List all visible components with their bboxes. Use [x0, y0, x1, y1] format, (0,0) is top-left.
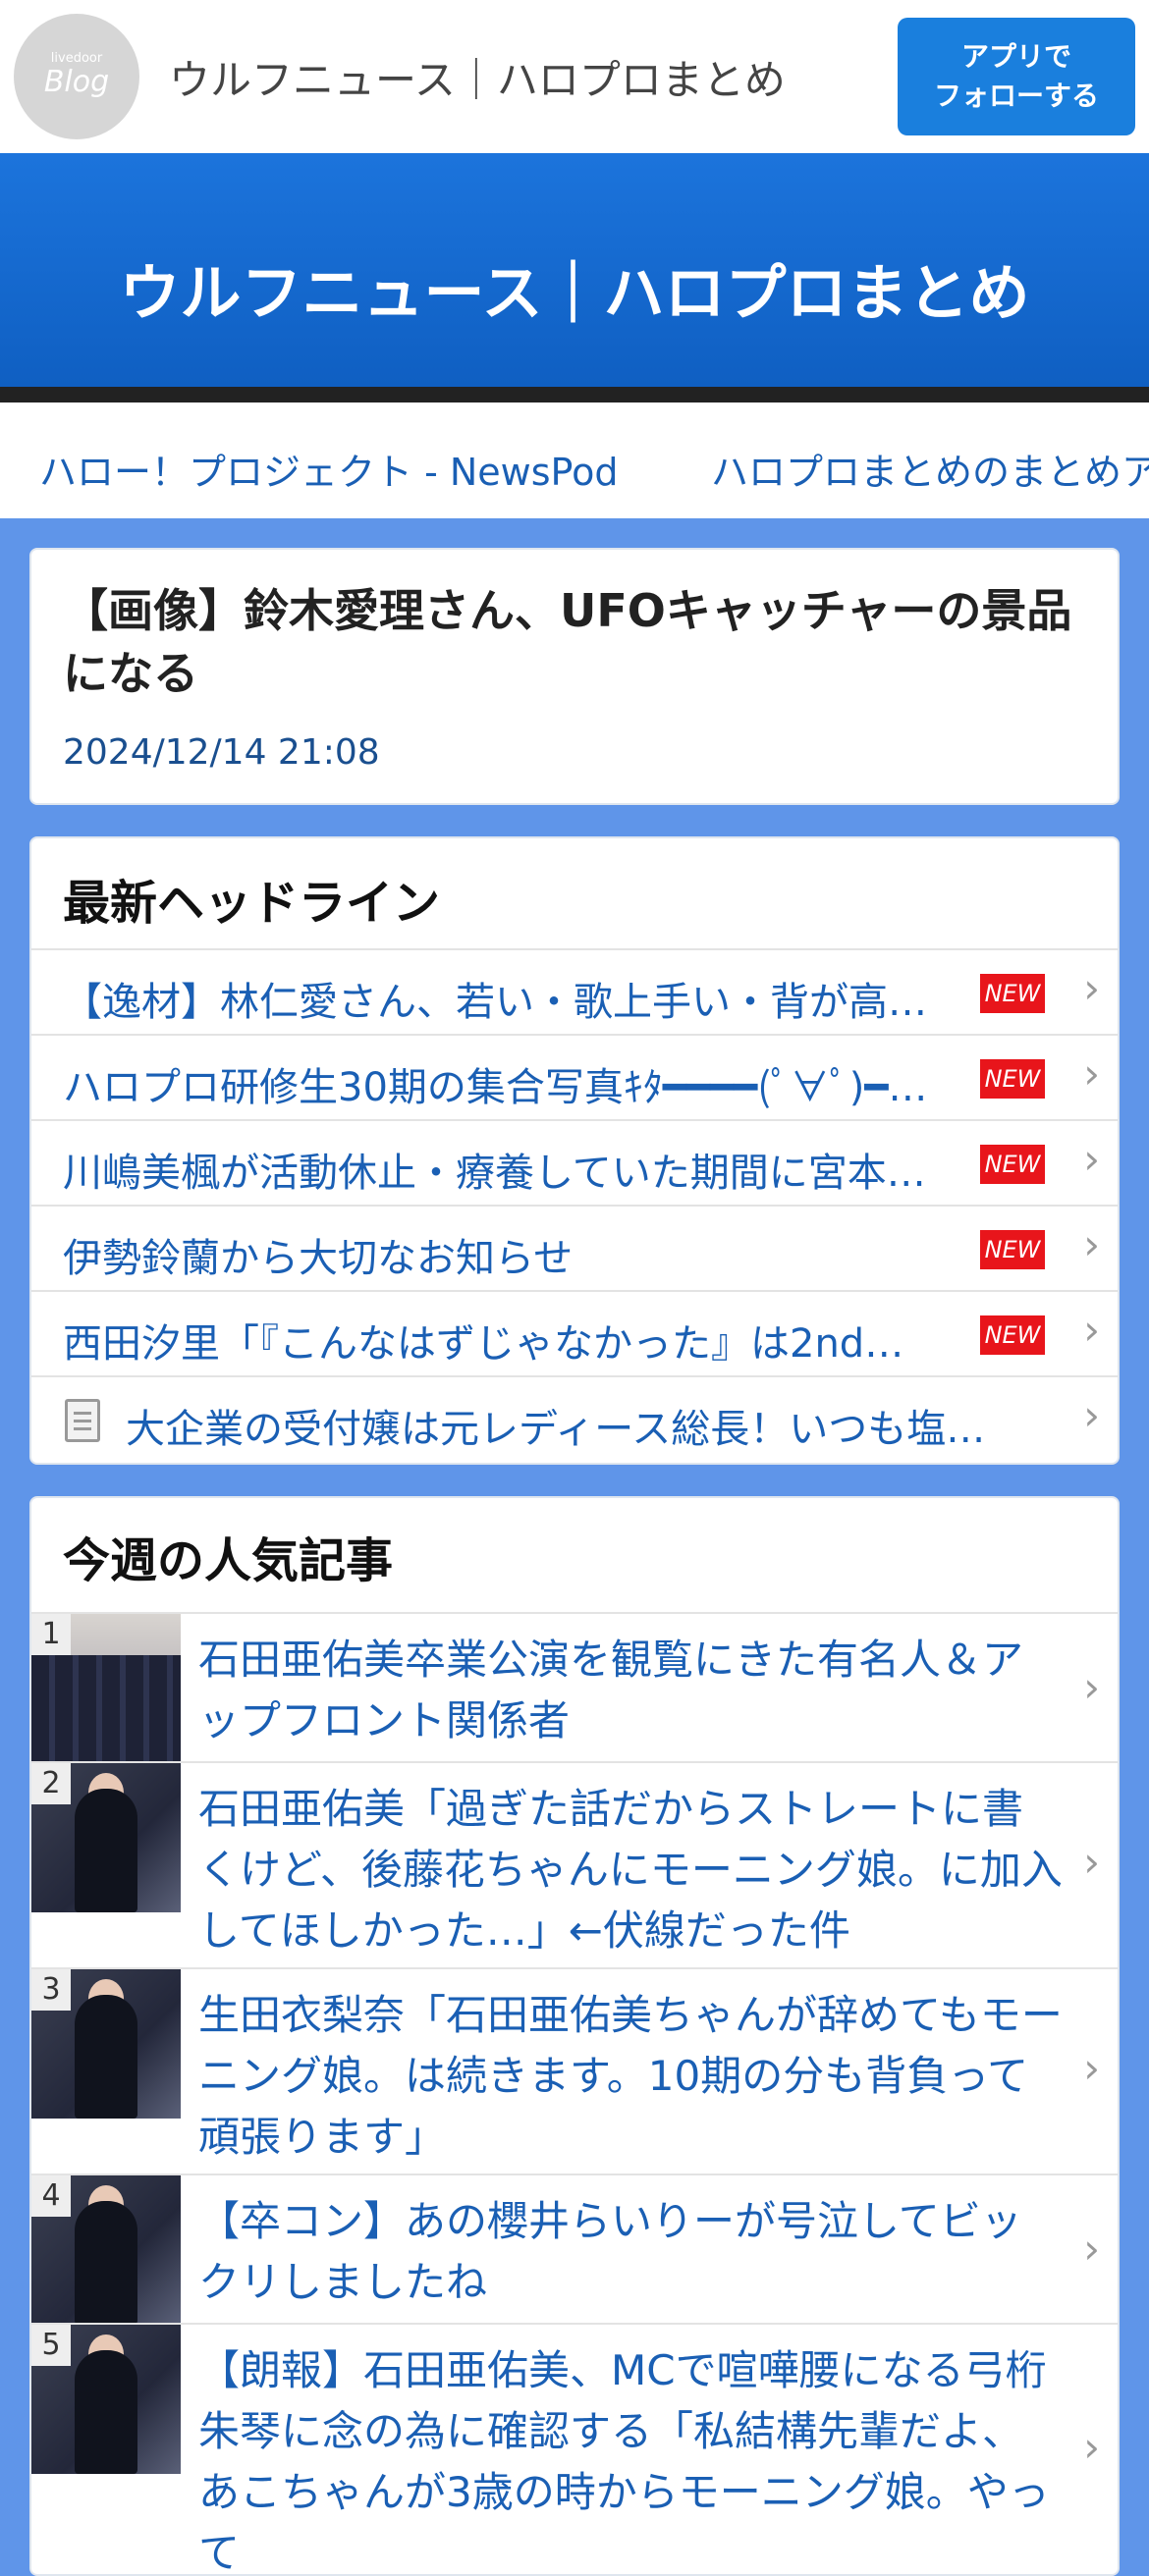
- article-date: 2024/12/14 21:08: [63, 732, 380, 773]
- headline-text: 大企業の受付嬢は元レディース総長！いつも塩…: [126, 1407, 986, 1452]
- headline-item[interactable]: 伊勢鈴蘭から大切なお知らせ NEW ›: [31, 1205, 1118, 1290]
- livedoor-blog-logo[interactable]: livedoor Blog: [14, 14, 139, 139]
- new-badge: NEW: [980, 1315, 1045, 1355]
- headline-text: 【逸材】林仁愛さん、若い・歌上手い・背が高…: [63, 980, 927, 1025]
- rank-badge: 2: [31, 1763, 71, 1804]
- popular-item[interactable]: 5 【朗報】石田亜佑美、MCで喧嘩腰になる弓桁朱琴に念の為に確認する「私結構先輩…: [31, 2323, 1118, 2576]
- popular-articles-card: 今週の人気記事 1 石田亜佑美卒業公演を観覧にきた有名人＆アップフロント関係者 …: [29, 1496, 1120, 2576]
- site-title[interactable]: ウルフニュース｜ハロプロまとめ: [169, 47, 786, 107]
- logo-big-text: Blog: [43, 65, 110, 99]
- banner-title: ウルフニュース｜ハロプロまとめ: [119, 257, 1030, 329]
- headline-item[interactable]: 川嶋美楓が活動休止・療養していた期間に宮本… NEW ›: [31, 1119, 1118, 1205]
- popular-heading: 今週の人気記事: [63, 1533, 394, 1588]
- chevron-right-icon: ›: [1083, 2225, 1100, 2273]
- popular-item[interactable]: 2 石田亜佑美「過ぎた話だからストレートに書くけど、後藤花ちゃんにモーニング娘。…: [31, 1761, 1118, 1967]
- headline-text: ハロプロ研修生30期の集合写真ｷﾀ━━━━(ﾟ∀ﾟ)━…: [63, 1065, 928, 1110]
- popular-item-text: 生田衣梨奈「石田亜佑美ちゃんが辞めてもモーニング娘。は続きます。10期の分も背負…: [198, 1991, 1063, 2161]
- chevron-right-icon: ›: [1083, 1049, 1100, 1098]
- chevron-right-icon: ›: [1083, 1838, 1100, 1886]
- chevron-right-icon: ›: [1083, 1663, 1100, 1711]
- article-header-card: 【画像】鈴木愛理さん、UFOキャッチャーの景品になる 2024/12/14 21…: [29, 548, 1120, 805]
- headline-text: 伊勢鈴蘭から大切なお知らせ: [63, 1236, 574, 1281]
- chevron-right-icon: ›: [1083, 1391, 1100, 1439]
- chevron-right-icon: ›: [1083, 1306, 1100, 1354]
- popular-item-text: 【卒コン】あの櫻井らいりーが号泣してビックリしましたね: [198, 2197, 1022, 2306]
- blog-banner[interactable]: ウルフニュース｜ハロプロまとめ: [0, 153, 1149, 387]
- top-bar: livedoor Blog ウルフニュース｜ハロプロまとめ アプリで フォローす…: [0, 0, 1149, 153]
- related-link-newspod[interactable]: ハロー！プロジェクト - NewsPod: [39, 442, 618, 496]
- rank-badge: 1: [31, 1614, 71, 1655]
- popular-item[interactable]: 1 石田亜佑美卒業公演を観覧にきた有名人＆アップフロント関係者 ›: [31, 1612, 1118, 1763]
- rank-badge: 5: [31, 2325, 71, 2366]
- chevron-right-icon: ›: [1083, 1220, 1100, 1268]
- new-badge: NEW: [980, 1230, 1045, 1269]
- banner-divider: [0, 387, 1149, 402]
- related-links-row: ハロー！プロジェクト - NewsPod ハロプロまとめのまとめア: [0, 402, 1149, 518]
- logo-small-text: livedoor: [50, 51, 103, 66]
- headline-item[interactable]: ハロプロ研修生30期の集合写真ｷﾀ━━━━(ﾟ∀ﾟ)━… NEW ›: [31, 1034, 1118, 1119]
- headline-text: 西田汐里「『こんなはずじゃなかった』は2nd…: [63, 1321, 904, 1367]
- follow-in-app-button[interactable]: アプリで フォローする: [898, 18, 1135, 135]
- popular-item-text: 【朗報】石田亜佑美、MCで喧嘩腰になる弓桁朱琴に念の為に確認する「私結構先輩だよ…: [198, 2346, 1050, 2576]
- rank-badge: 3: [31, 1969, 71, 2011]
- popular-item-text: 石田亜佑美「過ぎた話だからストレートに書くけど、後藤花ちゃんにモーニング娘。に加…: [198, 1785, 1063, 1955]
- headline-item[interactable]: 西田汐里「『こんなはずじゃなかった』は2nd… NEW ›: [31, 1290, 1118, 1375]
- document-icon: [65, 1399, 100, 1442]
- chevron-right-icon: ›: [1083, 964, 1100, 1012]
- chevron-right-icon: ›: [1083, 2423, 1100, 2471]
- latest-headlines-card: 最新ヘッドライン 【逸材】林仁愛さん、若い・歌上手い・背が高… NEW › ハロ…: [29, 836, 1120, 1465]
- article-title: 【画像】鈴木愛理さん、UFOキャッチャーの景品になる: [63, 584, 1072, 700]
- popular-item-text: 石田亜佑美卒業公演を観覧にきた有名人＆アップフロント関係者: [198, 1636, 1024, 1744]
- new-badge: NEW: [980, 1145, 1045, 1184]
- follow-button-line2: フォローする: [933, 80, 1099, 112]
- rank-badge: 4: [31, 2175, 71, 2217]
- headline-item[interactable]: 大企業の受付嬢は元レディース総長！いつも塩… ›: [31, 1375, 1118, 1461]
- headline-text: 川嶋美楓が活動休止・療養していた期間に宮本…: [63, 1151, 926, 1196]
- headline-item[interactable]: 【逸材】林仁愛さん、若い・歌上手い・背が高… NEW ›: [31, 948, 1118, 1034]
- chevron-right-icon: ›: [1083, 1135, 1100, 1183]
- related-link-matome[interactable]: ハロプロまとめのまとめア: [711, 442, 1149, 496]
- chevron-right-icon: ›: [1083, 2044, 1100, 2092]
- headlines-heading: 最新ヘッドライン: [63, 876, 441, 931]
- new-badge: NEW: [980, 974, 1045, 1013]
- new-badge: NEW: [980, 1059, 1045, 1099]
- popular-item[interactable]: 4 【卒コン】あの櫻井らいりーが号泣してビックリしましたね ›: [31, 2174, 1118, 2325]
- follow-button-line1: アプリで: [960, 40, 1071, 73]
- popular-item[interactable]: 3 生田衣梨奈「石田亜佑美ちゃんが辞めてもモーニング娘。は続きます。10期の分も…: [31, 1967, 1118, 2174]
